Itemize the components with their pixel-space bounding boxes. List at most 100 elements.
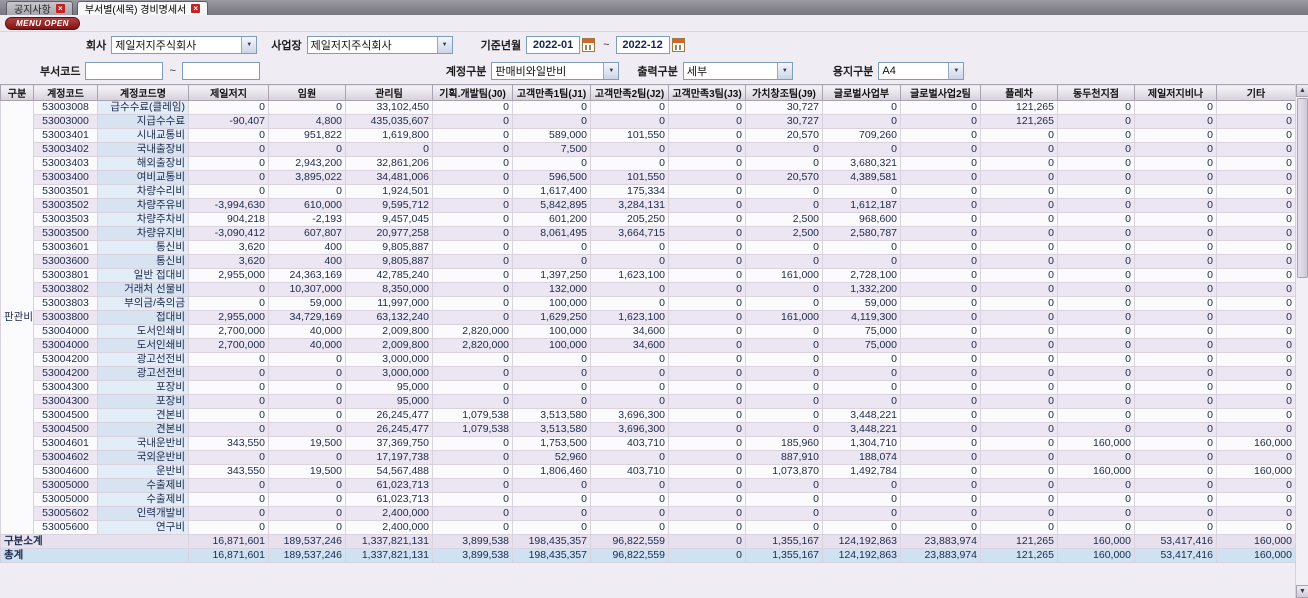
table-row[interactable]: 53003401 시내교통비 0 951,822 1,619,800 0 589,000 10… [1, 128, 1296, 143]
column-header[interactable]: 관리팀 [345, 84, 433, 101]
account-type-select[interactable]: 판매비와일반비 ▼ [491, 62, 620, 80]
chevron-down-icon[interactable]: ▼ [948, 63, 964, 79]
amount-cell: 0 [432, 282, 513, 297]
amount-cell: 0 [1057, 408, 1135, 423]
company-select[interactable]: 제일저지주식회사 ▼ [111, 36, 258, 54]
amount-cell: 40,000 [268, 338, 346, 353]
table-row[interactable]: 판관비 53003008 급수수료(클레임) 0 0 33,102,450 0 0 0 0 30,7… [0, 100, 1296, 535]
table-row[interactable]: 53003803 부의금/축의금 0 59,000 11,997,000 0 100,000… [1, 296, 1296, 311]
amount-cell: 33,102,450 [345, 100, 433, 115]
dept-code-from-input[interactable] [85, 62, 164, 80]
column-header[interactable]: 기타 [1216, 84, 1296, 101]
calendar-icon[interactable] [671, 38, 685, 52]
amount-cell: 0 [1057, 268, 1135, 283]
column-header[interactable]: 임원 [268, 84, 346, 101]
table-row[interactable]: 53004200 광고선전비 0 0 3,000,000 0 0 0 0 0 0 0 0 0 0 0 [1, 366, 1296, 381]
vertical-scrollbar[interactable]: ▲ ▼ [1295, 84, 1308, 598]
table-row[interactable]: 53003402 국내출장비 0 0 0 0 7,500 0 0 0 0 0 0 0 0 0 [1, 142, 1296, 157]
table-row[interactable]: 53004300 포장비 0 0 95,000 0 0 0 0 0 0 0 0 0 0 0 [1, 394, 1296, 409]
dept-code-to-input[interactable] [181, 62, 260, 80]
table-row[interactable]: 53003800 접대비 2,955,000 34,729,169 63,132,240… [1, 310, 1296, 325]
table-row[interactable]: 53003500 차량유지비 -3,090,412 607,807 20,977,258… [1, 226, 1296, 241]
amount-cell: 1,355,167 [745, 534, 823, 549]
table-row[interactable]: 53005600 연구비 0 0 2,400,000 0 0 0 0 0 0 0 0 0 0 0 [1, 520, 1296, 535]
scroll-up-button[interactable]: ▲ [1296, 84, 1308, 97]
paper-size-select[interactable]: A4 ▼ [878, 62, 965, 80]
total-row[interactable]: 총계 16,871,601 189,537,246 1,337,821,131 3,89… [0, 548, 1296, 563]
column-header[interactable]: 기획.개발팀(J0) [432, 84, 513, 101]
amount-cell: 0 [1216, 212, 1296, 227]
account-name-cell: 해외출장비 [97, 156, 189, 171]
column-header[interactable]: 고객만족1팀(J1) [512, 84, 591, 101]
amount-cell: 0 [1216, 100, 1296, 115]
column-header[interactable]: 글로벌사업부 [822, 84, 901, 101]
amount-cell: 1,924,501 [345, 184, 433, 199]
column-header[interactable]: 글로벌사업2팀 [900, 84, 981, 101]
chevron-down-icon[interactable]: ▼ [436, 37, 452, 53]
table-row[interactable]: 53004000 도서인쇄비 2,700,000 40,000 2,009,800 2,8… [1, 324, 1296, 339]
table-row[interactable]: 53004601 국내운반비 343,550 19,500 37,369,750 0 1,7… [1, 436, 1296, 451]
amount-cell: 16,871,601 [188, 548, 269, 563]
amount-cell: 0 [1216, 478, 1296, 493]
table-row[interactable]: 53003600 통신비 3,620 400 9,805,887 0 0 0 0 0 0 0 0 0 0 0 [1, 254, 1296, 269]
amount-cell: 2,580,787 [822, 226, 901, 241]
table-row[interactable]: 53005000 수출제비 0 0 61,023,713 0 0 0 0 0 0 0 0 0 0 0 [1, 492, 1296, 507]
column-header[interactable]: 계정코드 [33, 84, 98, 101]
table-row[interactable]: 53003403 해외출장비 0 2,943,200 32,861,206 0 0 0 0 0 3,… [1, 156, 1296, 171]
chevron-down-icon[interactable]: ▼ [776, 63, 792, 79]
amount-cell: 205,250 [590, 212, 669, 227]
period-from-input[interactable] [526, 36, 581, 54]
table-row[interactable]: 53004000 도서인쇄비 2,700,000 40,000 2,009,800 2,8… [1, 338, 1296, 353]
column-header[interactable]: 계정코드명 [97, 84, 189, 101]
table-row[interactable]: 53003400 여비교통비 0 3,895,022 34,481,006 0 596,50… [1, 170, 1296, 185]
column-header[interactable]: 가치창조팀(J9) [745, 84, 823, 101]
table-row[interactable]: 53003601 통신비 3,620 400 9,805,887 0 0 0 0 0 0 0 0 0 0 0 [1, 240, 1296, 255]
table-row[interactable]: 53005602 인력개발비 0 0 2,400,000 0 0 0 0 0 0 0 0 0 0 0 [1, 506, 1296, 521]
column-header[interactable]: 제일저지 [188, 84, 269, 101]
account-name-cell: 차량유지비 [97, 226, 189, 241]
calendar-icon[interactable] [582, 38, 596, 52]
table-row[interactable]: 53004200 광고선전비 0 0 3,000,000 0 0 0 0 0 0 0 0 0 0 0 [1, 352, 1296, 367]
column-header[interactable]: 제일저지비나 [1134, 84, 1217, 101]
table-row[interactable]: 53003503 차량주차비 904,218 -2,193 9,457,045 0 601,… [1, 212, 1296, 227]
output-type-select[interactable]: 세부 ▼ [682, 62, 793, 80]
amount-cell: 0 [668, 450, 746, 465]
table-row[interactable]: 53004500 견본비 0 0 26,245,477 1,079,538 3,513,58… [1, 422, 1296, 437]
tab-notice[interactable]: 공지사항 × [6, 1, 73, 16]
column-header[interactable]: 고객만족3팀(J3) [668, 84, 746, 101]
table-row[interactable]: 53003802 거래처 선물비 0 10,307,000 8,350,000 0 132,… [1, 282, 1296, 297]
table-row[interactable]: 53004600 운반비 343,550 19,500 54,567,488 0 1,806… [1, 464, 1296, 479]
period-to-input[interactable] [615, 36, 670, 54]
amount-cell: 0 [980, 366, 1058, 381]
amount-cell: 3,448,221 [822, 422, 901, 437]
table-row[interactable]: 53005000 수출제비 0 0 61,023,713 0 0 0 0 0 0 0 0 0 0 0 [1, 478, 1296, 493]
scrollbar-thumb[interactable] [1297, 98, 1308, 278]
tab-close-icon[interactable]: × [191, 4, 201, 13]
chevron-down-icon[interactable]: ▼ [241, 37, 257, 53]
chevron-down-icon[interactable]: ▼ [603, 63, 619, 79]
subtotal-row[interactable]: 구분소계 16,871,601 189,537,246 1,337,821,131 3,… [0, 534, 1296, 549]
amount-cell: 0 [1134, 282, 1217, 297]
menu-open-button[interactable]: MENU OPEN [5, 16, 80, 30]
amount-cell: 0 [822, 254, 901, 269]
scroll-down-button[interactable]: ▼ [1296, 585, 1308, 598]
table-row[interactable]: 53003502 차량주유비 -3,994,630 610,000 9,595,712 0… [1, 198, 1296, 213]
account-name-cell: 수출제비 [97, 492, 189, 507]
workplace-select[interactable]: 제일저지주식회사 ▼ [306, 36, 453, 54]
amount-cell: 0 [1216, 170, 1296, 185]
tab-close-icon[interactable]: × [55, 4, 65, 13]
account-code-cell: 53005600 [33, 520, 98, 535]
column-header[interactable]: 고객만족2팀(J2) [590, 84, 669, 101]
column-header[interactable]: 플레차 [980, 84, 1058, 101]
amount-cell: 0 [900, 184, 981, 199]
table-row[interactable]: 53003000 지급수수료 -90,407 4,800 435,035,607 0 0 0 0… [1, 114, 1296, 129]
tab-expense-report[interactable]: 부서별(세목) 경비명세서 × [76, 1, 209, 16]
column-header[interactable]: 구분 [0, 84, 34, 101]
table-row[interactable]: 53004500 견본비 0 0 26,245,477 1,079,538 3,513,58… [1, 408, 1296, 423]
table-row[interactable]: 53004300 포장비 0 0 95,000 0 0 0 0 0 0 0 0 0 0 0 [1, 380, 1296, 395]
amount-cell: 0 [1057, 366, 1135, 381]
column-header[interactable]: 동두천지점 [1057, 84, 1135, 101]
table-row[interactable]: 53003801 일반 접대비 2,955,000 24,363,169 42,785,… [1, 268, 1296, 283]
table-row[interactable]: 53003501 차량수리비 0 0 1,924,501 0 1,617,400 175,33… [1, 184, 1296, 199]
table-row[interactable]: 53004602 국외운반비 0 0 17,197,738 0 52,960 0 0 887,91… [1, 450, 1296, 465]
